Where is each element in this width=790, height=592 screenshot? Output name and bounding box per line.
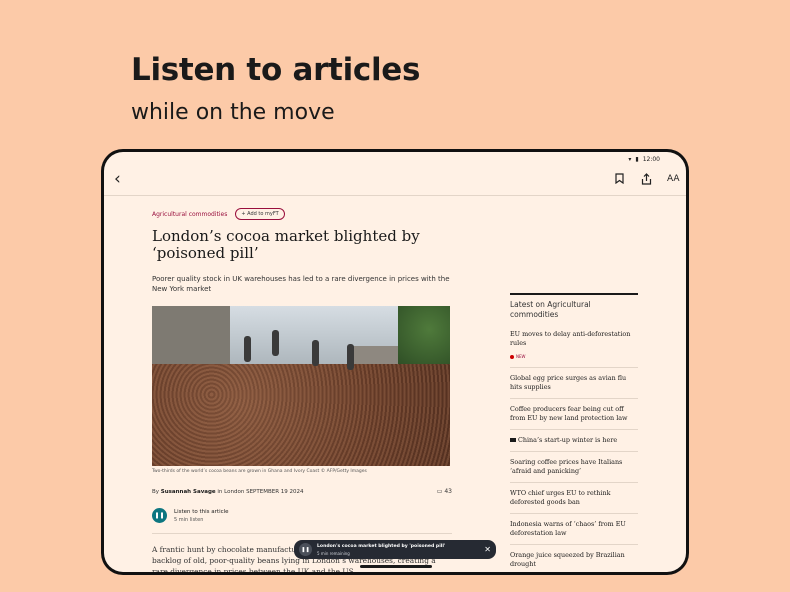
- promo-title: Listen to articles: [131, 52, 421, 88]
- comments-button[interactable]: ▭ 43: [437, 488, 452, 495]
- article-photo: [152, 306, 450, 466]
- topic-link[interactable]: Agricultural commodities: [152, 211, 227, 218]
- status-bar: ▾ ▮ 12:00: [628, 156, 660, 163]
- listen-widget[interactable]: ❚❚ Listen to this article 5 min listen: [152, 508, 452, 523]
- share-icon[interactable]: [641, 173, 652, 188]
- comment-icon: ▭: [436, 488, 443, 495]
- player-remaining: 5 min remaining: [317, 550, 350, 556]
- sidebar-item[interactable]: China’s start-up winter is here: [510, 430, 638, 452]
- comment-count: 43: [444, 488, 452, 495]
- latest-sidebar: Latest on Agricultural commodities EU mo…: [510, 293, 638, 572]
- new-badge: NEW: [510, 352, 638, 361]
- wifi-icon: ▾: [628, 156, 632, 163]
- pause-icon[interactable]: ❚❚: [152, 508, 167, 523]
- sidebar-item[interactable]: Indonesia warns of ‘chaos’ from EU defor…: [510, 514, 638, 545]
- sidebar-item[interactable]: Global egg price surges as avian flu hit…: [510, 368, 638, 399]
- sidebar-heading: Latest on Agricultural commodities: [510, 300, 591, 319]
- sidebar-item[interactable]: Coffee producers fear being cut off from…: [510, 399, 638, 430]
- top-toolbar: ‹ AA: [104, 165, 686, 196]
- bookmark-icon[interactable]: [615, 173, 624, 187]
- tablet-frame: ▾ ▮ 12:00 ‹ AA Agricultural commodities …: [101, 149, 689, 575]
- flag-icon: [510, 438, 516, 442]
- article-main: Agricultural commodities + Add to myFT L…: [152, 208, 452, 572]
- author-link[interactable]: Susannah Savage: [161, 489, 216, 495]
- byline: By Susannah Savage in London SEPTEMBER 1…: [152, 488, 452, 495]
- close-icon[interactable]: ✕: [484, 545, 491, 554]
- audio-player[interactable]: ❚❚ London's cocoa market blighted by 'po…: [294, 540, 496, 559]
- divider: [152, 533, 452, 534]
- chevron-left-icon[interactable]: ‹: [114, 171, 121, 188]
- article-standfirst: Poorer quality stock in UK warehouses ha…: [152, 275, 450, 293]
- home-indicator[interactable]: [360, 565, 432, 568]
- add-to-myft-button[interactable]: + Add to myFT: [235, 208, 285, 220]
- sidebar-item[interactable]: WTO chief urges EU to rethink deforested…: [510, 483, 638, 514]
- battery-icon: ▮: [635, 156, 639, 163]
- sidebar-item[interactable]: EU moves to delay anti-deforestation rul…: [510, 324, 638, 368]
- status-time: 12:00: [642, 156, 660, 163]
- article-headline: London’s cocoa market blighted by ‘poiso…: [152, 227, 420, 262]
- listen-duration: 5 min listen: [174, 516, 204, 523]
- sidebar-item[interactable]: Orange juice squeezed by Brazilian droug…: [510, 545, 638, 572]
- player-title: London's cocoa market blighted by 'poiso…: [317, 543, 446, 549]
- text-size-icon[interactable]: AA: [667, 173, 680, 185]
- promo-subtitle: while on the move: [131, 100, 335, 125]
- image-caption: Two-thirds of the world’s cocoa beans ar…: [152, 469, 367, 474]
- sidebar-item[interactable]: Soaring coffee prices have Italians ‘afr…: [510, 452, 638, 483]
- app-screen: ▾ ▮ 12:00 ‹ AA Agricultural commodities …: [104, 152, 686, 572]
- listen-title: Listen to this article: [174, 508, 229, 515]
- pause-icon[interactable]: ❚❚: [299, 543, 312, 556]
